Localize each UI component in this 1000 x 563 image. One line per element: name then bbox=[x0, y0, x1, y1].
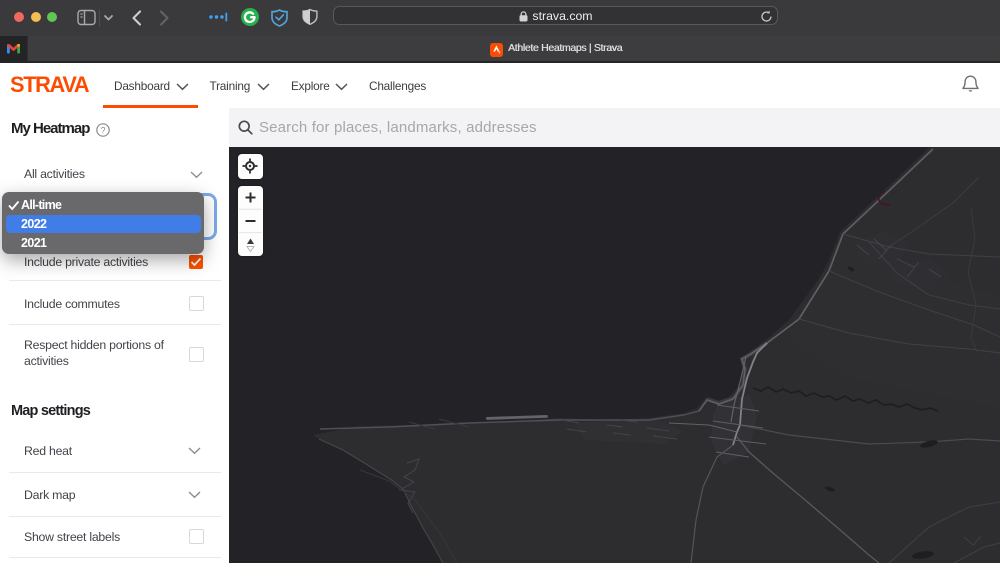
svg-text:STRAVA: STRAVA bbox=[10, 76, 90, 94]
svg-text:?: ? bbox=[100, 125, 105, 135]
